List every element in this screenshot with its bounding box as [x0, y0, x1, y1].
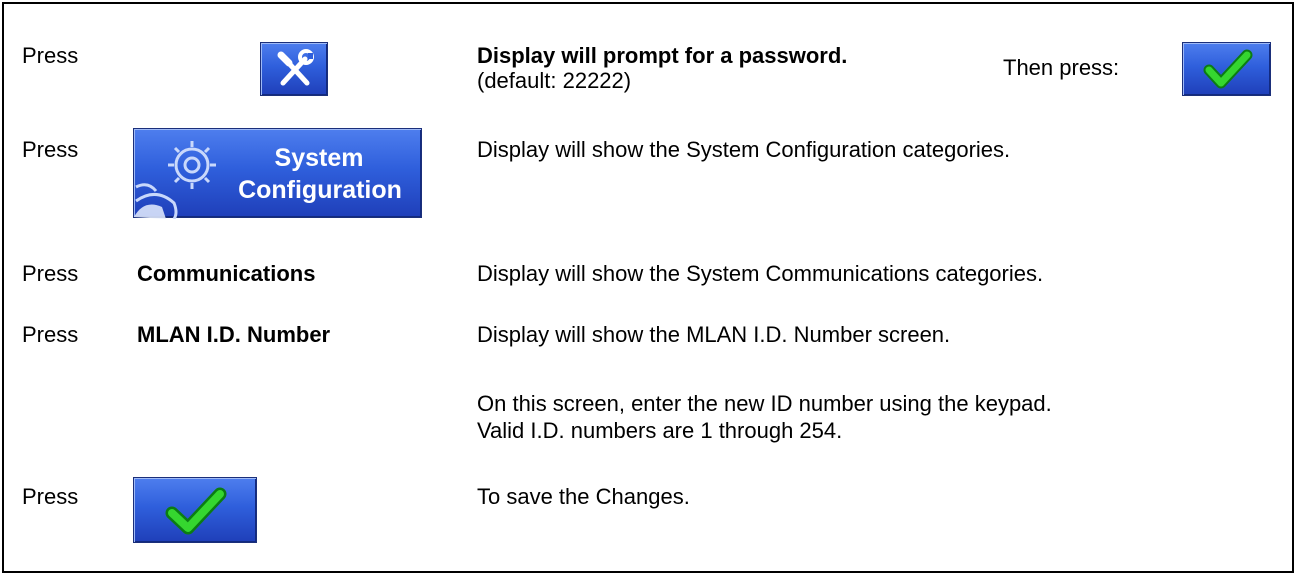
note-line: Valid I.D. numbers are 1 through 254. — [477, 418, 843, 443]
password-prompt: Display will prompt for a password. — [477, 43, 848, 68]
step-description: Display will show the System Configurati… — [477, 137, 1011, 162]
default-password: (default: 22222) — [477, 68, 632, 93]
press-label: Press — [22, 137, 79, 162]
configuration-label: Configuration — [238, 176, 402, 204]
checkmark-icon — [1203, 49, 1253, 89]
press-label: Press — [22, 261, 79, 286]
step-description: Display will show the System Communicati… — [477, 261, 1044, 286]
wrench-screwdriver-icon — [277, 49, 314, 86]
checkmark-icon — [165, 487, 227, 535]
mlan-id-item: MLAN I.D. Number — [137, 322, 331, 347]
note-line: On this screen, enter the new ID number … — [477, 391, 1052, 416]
press-label: Press — [22, 43, 79, 68]
press-label: Press — [22, 322, 79, 347]
step-description: Display will show the MLAN I.D. Number s… — [477, 322, 951, 347]
step-description: To save the Changes. — [477, 484, 690, 509]
then-press-label: Then press: — [1003, 55, 1120, 80]
system-configuration-button[interactable]: System Configuration — [133, 128, 422, 219]
save-button[interactable] — [133, 477, 257, 543]
communications-item: Communications — [137, 261, 316, 286]
tools-button[interactable] — [260, 42, 328, 96]
system-label: System — [274, 144, 364, 172]
press-label: Press — [22, 484, 79, 509]
confirm-button[interactable] — [1182, 42, 1271, 96]
